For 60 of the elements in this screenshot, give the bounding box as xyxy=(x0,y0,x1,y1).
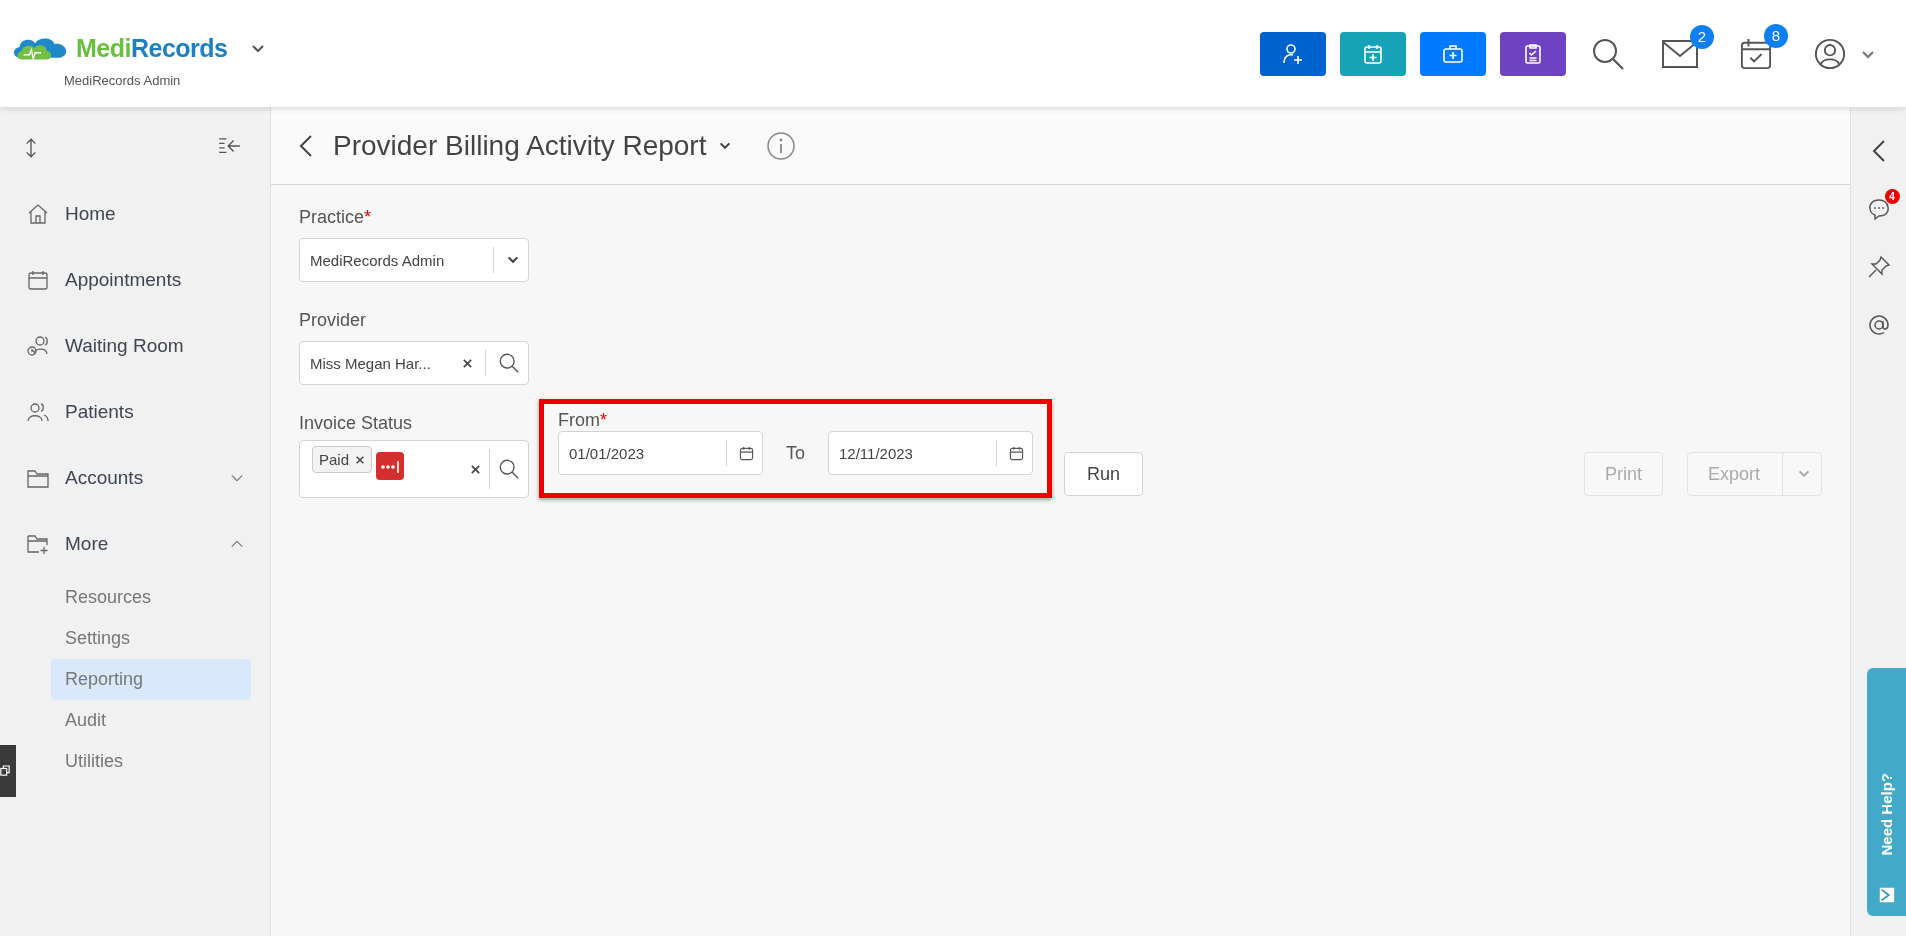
search-icon[interactable] xyxy=(498,458,520,480)
people-icon xyxy=(26,400,50,424)
clear-icon[interactable] xyxy=(462,357,473,369)
chat-bubble-icon[interactable] xyxy=(1866,197,1891,221)
remove-icon[interactable] xyxy=(355,454,366,465)
quick-action-button[interactable] xyxy=(1420,31,1486,76)
notification-badge: 8 xyxy=(1764,23,1788,48)
at-sign-icon[interactable] xyxy=(1866,313,1891,337)
calendar-check-icon[interactable] xyxy=(1740,37,1772,70)
collapse-menu-icon[interactable] xyxy=(218,137,242,155)
practice-select[interactable]: MediRecords Admin xyxy=(299,238,529,282)
page-title: Provider Billing Activity Report xyxy=(333,129,707,162)
invoice-status-field[interactable]: Paid xyxy=(299,440,529,498)
logo-wordmark: MediRecords xyxy=(76,33,228,63)
add-person-icon xyxy=(1281,41,1305,66)
pin-icon[interactable] xyxy=(1866,255,1891,279)
field-label: Provider xyxy=(299,310,368,331)
nav-item[interactable]: More xyxy=(0,511,270,577)
people-clock-icon xyxy=(26,334,50,358)
back-icon[interactable] xyxy=(299,133,313,158)
vertical-arrows-icon[interactable] xyxy=(24,137,38,159)
nav-item[interactable]: Accounts xyxy=(0,445,270,511)
copy-icon xyxy=(0,764,10,778)
provider-field[interactable]: Miss Megan Har... xyxy=(299,341,529,385)
quick-action-button[interactable] xyxy=(1340,31,1406,76)
nav-subitem[interactable]: Settings xyxy=(51,618,251,659)
date-field[interactable]: 01/01/2023 xyxy=(558,431,763,475)
field-label: Invoice Status xyxy=(299,413,414,434)
quick-action-button[interactable] xyxy=(1500,31,1566,76)
nav-subitem[interactable]: Reporting xyxy=(51,659,251,700)
status-chip[interactable]: Paid xyxy=(312,446,373,473)
notification-badge: 4 xyxy=(1884,189,1900,204)
practice-name: MediRecords Admin xyxy=(64,72,182,88)
nav-subitem[interactable]: Resources xyxy=(51,577,251,618)
chevron-left-icon[interactable] xyxy=(1871,139,1886,163)
calendar-icon xyxy=(26,268,50,292)
run-button[interactable]: Run xyxy=(1064,452,1143,496)
calendar-icon[interactable] xyxy=(739,445,754,461)
nav-subitem[interactable]: Utilities xyxy=(51,741,251,782)
help-tab-label: Need Help? xyxy=(1878,773,1895,856)
home-icon xyxy=(26,202,50,226)
nav-item[interactable]: Patients xyxy=(0,379,270,445)
field-label: From* xyxy=(558,410,607,430)
user-avatar-icon[interactable] xyxy=(1814,37,1846,70)
notification-badge: 2 xyxy=(1690,24,1714,49)
nav-item[interactable]: Waiting Room xyxy=(0,313,270,379)
calendar-icon[interactable] xyxy=(1009,445,1024,461)
nav-item[interactable]: Home xyxy=(0,181,270,247)
date-field[interactable]: 12/11/2023 xyxy=(828,431,1033,475)
info-icon[interactable] xyxy=(766,130,797,161)
search-icon[interactable] xyxy=(498,352,520,374)
folder-plus-icon xyxy=(26,532,50,556)
quick-action-button[interactable] xyxy=(1260,31,1326,76)
field-label: Practice* xyxy=(299,207,373,228)
to-label: To xyxy=(785,442,806,465)
password-manager-icon[interactable] xyxy=(376,452,405,480)
nav-subitem[interactable]: Audit xyxy=(51,700,251,741)
clear-icon[interactable] xyxy=(470,463,481,475)
side-tab[interactable] xyxy=(0,745,16,797)
nav-item[interactable]: Appointments xyxy=(0,247,270,313)
